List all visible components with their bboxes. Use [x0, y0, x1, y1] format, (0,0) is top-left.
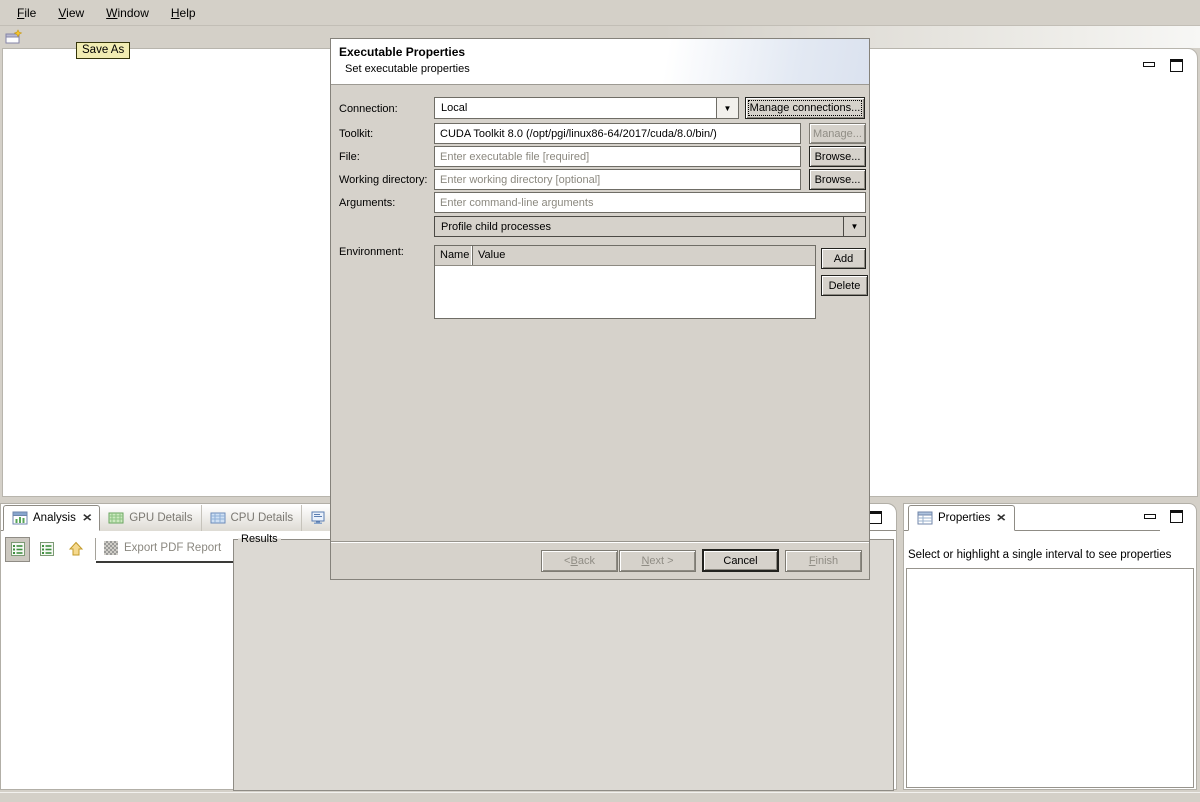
dialog-subtitle: Set executable properties: [345, 63, 470, 75]
guided-analysis-icon[interactable]: [5, 537, 30, 562]
export-pdf-button[interactable]: Export PDF Report: [96, 534, 233, 563]
delete-button[interactable]: Delete: [821, 275, 868, 296]
finish-button: Finish: [785, 550, 862, 572]
menu-help[interactable]: Help: [160, 3, 207, 23]
manage-toolkit-button: Manage...: [809, 123, 866, 144]
close-icon[interactable]: ✕: [82, 513, 92, 524]
save-as-tooltip: Save As: [76, 42, 130, 59]
new-session-icon-glyph: [5, 29, 23, 46]
console-icon: [310, 510, 326, 526]
properties-hint: Select or highlight a single interval to…: [908, 549, 1171, 561]
add-button[interactable]: Add: [821, 248, 866, 269]
arguments-label: Arguments:: [339, 197, 395, 209]
gpu-details-icon: [108, 510, 124, 526]
menu-bar: File View Window Help: [0, 0, 1200, 26]
back-button: < Back: [541, 550, 618, 572]
panel-maximize-icon[interactable]: [869, 511, 882, 524]
analysis-toolbar: [1, 534, 99, 564]
unguided-analysis-icon[interactable]: [34, 537, 59, 562]
tab-gpu-details[interactable]: GPU Details: [100, 505, 201, 531]
dialog-title: Executable Properties: [339, 45, 465, 59]
browse-file-button[interactable]: Browse...: [809, 146, 866, 167]
tab-analysis[interactable]: Analysis ✕: [3, 505, 100, 531]
maximize-icon[interactable]: [1170, 59, 1183, 72]
arguments-field[interactable]: [434, 192, 866, 213]
manage-connections-button[interactable]: Manage connections...: [745, 97, 865, 119]
tab-cpu-details[interactable]: CPU Details: [202, 505, 303, 531]
save-icon[interactable]: [31, 29, 49, 46]
toolkit-label: Toolkit:: [339, 128, 373, 140]
close-icon[interactable]: ✕: [996, 513, 1006, 524]
menu-view[interactable]: View: [47, 3, 95, 23]
chevron-down-icon[interactable]: ▼: [843, 217, 865, 236]
application-window: File View Window Help Save As: [0, 0, 1200, 802]
toolkit-field[interactable]: [434, 123, 801, 144]
list-view2-icon: [39, 541, 55, 557]
status-bar: [0, 792, 1200, 802]
column-value[interactable]: Value: [473, 246, 510, 265]
file-label: File:: [339, 151, 360, 163]
dialog-separator: [331, 541, 869, 542]
analysis-icon: [12, 510, 28, 526]
workdir-label: Working directory:: [339, 174, 427, 186]
next-button: Next >: [619, 550, 696, 572]
environment-label: Environment:: [339, 246, 404, 258]
new-session-icon[interactable]: [5, 29, 23, 46]
menu-window[interactable]: Window: [95, 3, 160, 23]
panel-minimize-icon[interactable]: [1144, 514, 1156, 519]
panel-maximize-icon[interactable]: [1170, 510, 1183, 523]
connection-combo[interactable]: Local ▼: [434, 97, 739, 119]
browse-workdir-button[interactable]: Browse...: [809, 169, 866, 190]
environment-table-header: Name Value: [435, 246, 815, 266]
chevron-down-icon[interactable]: ▼: [716, 98, 738, 118]
up-arrow-icon: [68, 541, 84, 557]
properties-icon: [917, 510, 933, 526]
tab-properties[interactable]: Properties ✕: [908, 505, 1015, 531]
profile-mode-combo[interactable]: Profile child processes ▼: [434, 216, 866, 237]
results-label: Results: [238, 533, 281, 545]
column-name[interactable]: Name: [435, 246, 473, 265]
connection-label: Connection:: [339, 103, 398, 115]
list-view-icon: [10, 541, 26, 557]
workdir-field[interactable]: [434, 169, 801, 190]
up-level-icon[interactable]: [63, 537, 88, 562]
dialog-header: Executable Properties Set executable pro…: [331, 39, 869, 85]
properties-panel: Properties ✕ Select or highlight a singl…: [903, 503, 1197, 790]
environment-table[interactable]: Name Value: [434, 245, 816, 319]
executable-properties-dialog: Executable Properties Set executable pro…: [330, 38, 870, 580]
file-field[interactable]: [434, 146, 801, 167]
properties-content: [906, 568, 1194, 788]
connection-value: Local: [435, 102, 716, 114]
cancel-button[interactable]: Cancel: [702, 549, 779, 572]
menu-file[interactable]: File: [6, 3, 47, 23]
cpu-details-icon: [210, 510, 226, 526]
save-as-icon[interactable]: [57, 29, 75, 46]
minimize-icon[interactable]: [1143, 62, 1155, 67]
export-pdf-icon: [104, 541, 118, 555]
profile-mode-value: Profile child processes: [435, 221, 843, 233]
